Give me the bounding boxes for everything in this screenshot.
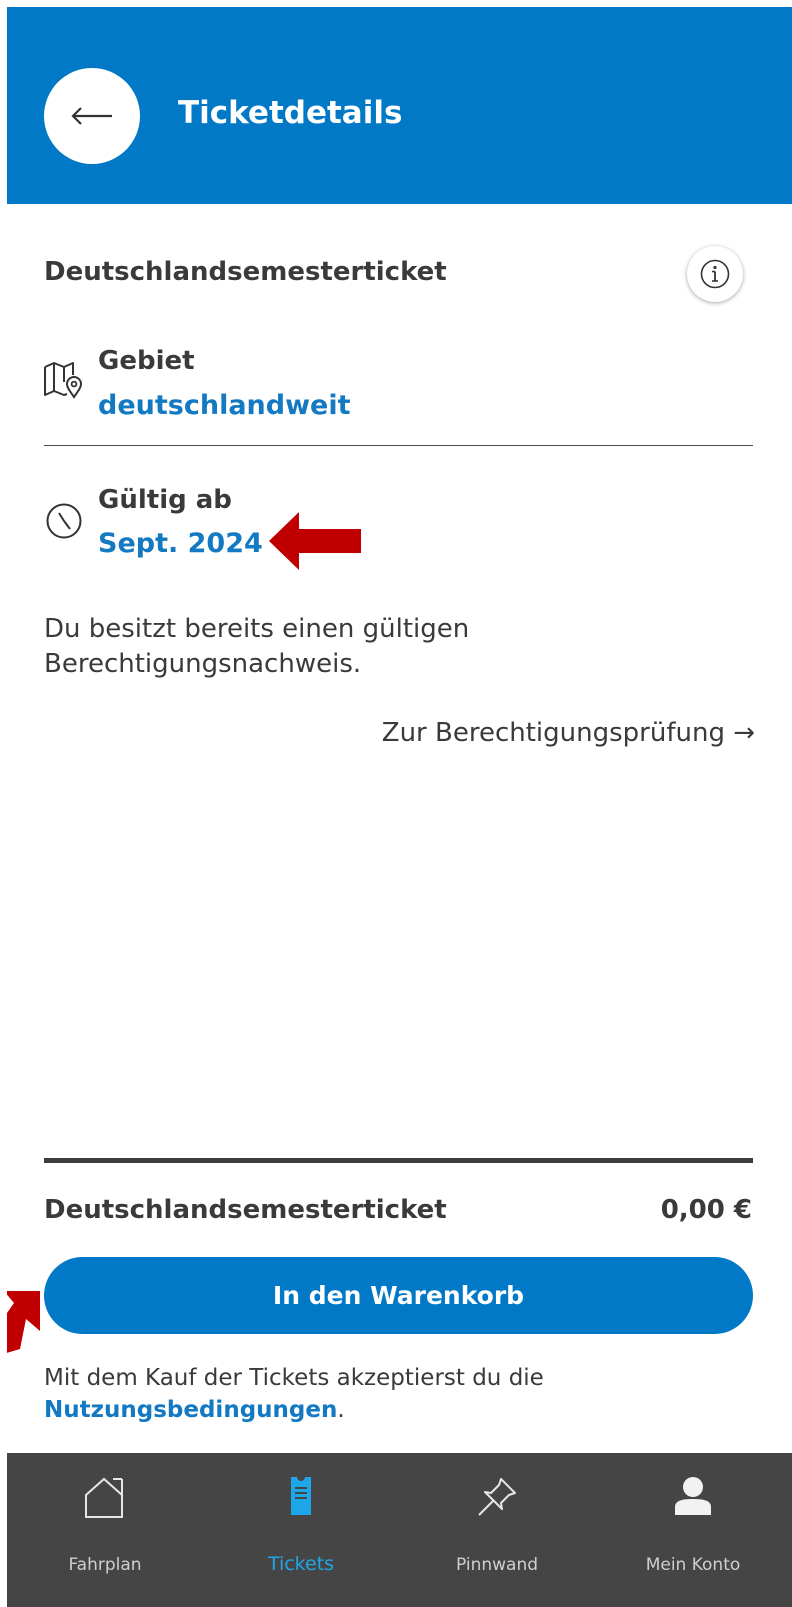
tab-fahrplan[interactable]: Fahrplan (7, 1453, 203, 1593)
person-icon (675, 1477, 711, 1515)
entitlement-note: Du besitzt bereits einen gültigen Berech… (44, 614, 470, 679)
ticket-icon (291, 1475, 311, 1515)
info-button[interactable] (687, 246, 743, 302)
tab-label: Tickets (267, 1553, 335, 1575)
terms-text: Mit dem Kauf der Tickets akzeptierst du … (44, 1362, 744, 1426)
terms-prefix: Mit dem Kauf der Tickets akzeptierst du … (44, 1365, 544, 1391)
tab-mein-konto[interactable]: Mein Konto (595, 1453, 791, 1593)
terms-end: . (337, 1397, 345, 1423)
clock-icon (46, 503, 82, 539)
summary-divider (44, 1158, 753, 1163)
area-label: Gebiet (98, 346, 195, 376)
add-to-cart-button[interactable]: In den Warenkorb (44, 1257, 753, 1334)
pin-icon (478, 1478, 516, 1516)
house-icon (85, 1477, 123, 1518)
valid-value: Sept. 2024 (98, 528, 263, 559)
ticket-title: Deutschlandsemesterticket (44, 257, 447, 287)
entitlement-check-link[interactable]: Zur Berechtigungsprüfung → (382, 718, 755, 748)
tab-tickets[interactable]: Tickets (203, 1453, 399, 1593)
page-title: Ticketdetails (178, 95, 403, 131)
back-button[interactable] (44, 68, 140, 164)
annotation-arrow-icon (269, 512, 361, 570)
summary-price: 0,00 € (660, 1195, 752, 1225)
annotation-arrow-icon (7, 1291, 40, 1353)
section-divider (44, 445, 753, 446)
tab-pinnwand[interactable]: Pinnwand (399, 1453, 595, 1593)
info-icon (700, 259, 730, 289)
map-pin-icon (44, 362, 83, 399)
valid-label: Gültig ab (98, 485, 232, 515)
bottom-tab-bar: Fahrplan Tickets Pinnwand Mein Konto (7, 1453, 792, 1607)
app-header: Ticketdetails (7, 7, 792, 204)
terms-link[interactable]: Nutzungsbedingungen (44, 1397, 337, 1423)
app-screen: Ticketdetails Deutschlandsemesterticket … (7, 7, 792, 1607)
summary-ticket-name: Deutschlandsemesterticket (44, 1195, 447, 1225)
arrow-left-icon (71, 107, 112, 125)
area-value: deutschlandweit (98, 390, 351, 421)
tab-label: Fahrplan (68, 1555, 142, 1575)
tab-label: Pinnwand (455, 1555, 539, 1575)
tab-label: Mein Konto (645, 1555, 741, 1575)
